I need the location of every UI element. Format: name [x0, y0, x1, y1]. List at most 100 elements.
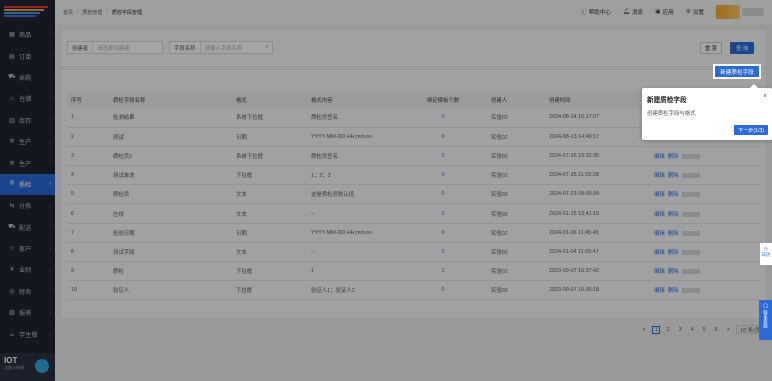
- sidebar-item[interactable]: ⚒ 生产 ›: [0, 131, 55, 152]
- delete-link[interactable]: 删除: [668, 231, 679, 237]
- delete-link[interactable]: 删除: [668, 288, 679, 294]
- production-icon: ⚒: [9, 139, 15, 146]
- sidebar-item-label: 质检: [19, 181, 32, 189]
- delete-link[interactable]: 删除: [668, 173, 679, 179]
- edit-link[interactable]: 编辑: [654, 288, 665, 294]
- cell-creator: 实验02: [491, 249, 508, 256]
- warehouse-icon: ⌂: [10, 95, 14, 102]
- support-float-button[interactable]: ◯ 联系客服: [759, 300, 772, 340]
- sidebar-item[interactable]: ⚒ 生产 ›: [0, 152, 55, 173]
- page-button[interactable]: 4: [688, 326, 696, 334]
- cell-format: 系统下拉框: [236, 153, 263, 160]
- cell-count[interactable]: 0: [409, 146, 477, 165]
- iot-panel[interactable]: IOT 设备与终端: [0, 353, 55, 381]
- close-icon[interactable]: ×: [763, 93, 767, 100]
- field-name-input[interactable]: 请输入字段名称: [201, 44, 262, 52]
- next-page-button[interactable]: >: [724, 326, 732, 334]
- table-row: 5 质检员 文本 这是质检员默认值 0 实验02 2024-07-23 09:00:34 编辑…: [67, 185, 760, 204]
- bell-icon: 🔔︎: [622, 9, 631, 15]
- edit-link[interactable]: 编辑: [654, 192, 665, 198]
- sidebar-item[interactable]: ☺ 客户 ›: [0, 238, 55, 259]
- reset-button[interactable]: 重 置: [700, 42, 722, 54]
- sidebar-item[interactable]: ☕ 学生餐 ›: [0, 323, 55, 344]
- cell-name: 测试: [113, 134, 124, 141]
- cell-name: 检验日期: [113, 230, 135, 237]
- delete-link[interactable]: 删除: [668, 154, 679, 160]
- sidebar-item-label: 财务: [19, 288, 32, 296]
- cell-count[interactable]: 0: [409, 242, 477, 261]
- sidebar-item[interactable]: ▥ 库存 ›: [0, 110, 55, 131]
- page-button[interactable]: 6: [712, 326, 720, 334]
- cell-time: 2023-09-07 16:37:42: [549, 268, 600, 275]
- sidebar-item[interactable]: ⛟ 配送 ›: [0, 217, 55, 238]
- breadcrumb-home[interactable]: 首页: [63, 9, 73, 16]
- cell-no: 9: [71, 268, 74, 275]
- calendar-float-button[interactable]: ◷ 日历: [760, 243, 772, 265]
- sidebar-item-label: 库存: [19, 117, 32, 125]
- user-menu[interactable]: [716, 5, 764, 19]
- notify-button[interactable]: 🔔︎ 消息: [623, 8, 643, 16]
- page-button[interactable]: 1: [652, 325, 661, 334]
- chevron-right-icon: ›: [49, 138, 51, 145]
- cell-name: 测试字段: [113, 249, 135, 256]
- cell-count[interactable]: 0: [409, 127, 477, 146]
- settings-button[interactable]: ⚙ 设置: [686, 8, 704, 16]
- cell-format: 日期: [236, 230, 247, 237]
- sidebar-item[interactable]: ⛟ 采购 ›: [0, 67, 55, 88]
- page-button[interactable]: 5: [700, 326, 708, 334]
- delete-link[interactable]: 删除: [668, 212, 679, 218]
- creator-select[interactable]: 请选择创建者: [93, 44, 162, 52]
- edit-link[interactable]: 编辑: [654, 173, 665, 179]
- cell-count[interactable]: 0: [409, 204, 477, 223]
- breadcrumb-qc[interactable]: 质检管理: [82, 9, 102, 16]
- sidebar-item[interactable]: ⌂ 仓储 ›: [0, 88, 55, 109]
- edit-link[interactable]: 编辑: [654, 250, 665, 256]
- guide-next-button[interactable]: 下一步(1/3): [733, 125, 768, 135]
- cell-count[interactable]: 1: [409, 262, 477, 281]
- cell-ops: 编辑删除: [650, 281, 760, 300]
- shield-icon: ⛨: [9, 180, 15, 187]
- sidebar-item-label: 配送: [19, 224, 32, 232]
- sidebar-item[interactable]: ▧ 报表 ›: [0, 302, 55, 323]
- cell-count[interactable]: 0: [409, 281, 477, 300]
- delete-link[interactable]: 删除: [668, 269, 679, 275]
- blurred-action: [681, 288, 700, 294]
- edit-link[interactable]: 编辑: [654, 231, 665, 237]
- chevron-right-icon: ›: [49, 31, 51, 38]
- table-row: 4 测试单选 下拉框 1；2；3 0 实验02 2024-07-25 21:02:28 编辑删…: [67, 166, 760, 185]
- page-button[interactable]: 2: [664, 326, 672, 334]
- cell-name: 质检: [113, 269, 124, 276]
- delete-link[interactable]: 删除: [668, 192, 679, 198]
- delete-link[interactable]: 删除: [668, 250, 679, 256]
- edit-link[interactable]: 编辑: [654, 154, 665, 160]
- search-button[interactable]: 查 询: [730, 42, 754, 54]
- edit-link[interactable]: 编辑: [654, 269, 665, 275]
- sidebar-item[interactable]: ⇆ 分拣 ›: [0, 195, 55, 216]
- cell-name: 检测结果: [113, 115, 135, 122]
- sidebar-item[interactable]: ▦ 商品 ›: [0, 24, 55, 45]
- new-field-button[interactable]: 新建质检字段: [713, 64, 761, 79]
- creator-filter[interactable]: 创建者 请选择创建者: [67, 41, 163, 54]
- sidebar-item[interactable]: ¥ 业财 ›: [0, 259, 55, 280]
- chevron-right-icon: ›: [49, 160, 51, 167]
- help-center-button[interactable]: ⓘ 帮助中心: [581, 8, 611, 16]
- edit-link[interactable]: 编辑: [654, 212, 665, 218]
- cell-time: 2024-07-26 19:33:35: [549, 152, 600, 159]
- pagination: < 123456 > 10 条/页: [640, 325, 764, 334]
- cell-count[interactable]: 0: [409, 185, 477, 204]
- sidebar-item[interactable]: ⛨ 质检 ›: [0, 173, 55, 196]
- sidebar-item[interactable]: ◎ 财务 ›: [0, 281, 55, 302]
- sidebar-item-label: 客户: [19, 246, 32, 254]
- cell-count[interactable]: 0: [409, 223, 477, 242]
- field-name-filter[interactable]: 字段名称 请输入字段名称 ⌕: [169, 41, 273, 54]
- sidebar-item-label: 仓储: [19, 96, 32, 104]
- cell-count[interactable]: 0: [409, 108, 477, 127]
- cell-no: 8: [71, 248, 74, 255]
- search-icon[interactable]: ⌕: [262, 44, 272, 51]
- sidebar-item[interactable]: ▤ 订单 ›: [0, 45, 55, 66]
- page-button[interactable]: 3: [676, 326, 684, 334]
- apps-button[interactable]: ▣ 应用: [655, 8, 674, 16]
- truck-icon: ⛟: [8, 224, 16, 231]
- cell-count[interactable]: 0: [409, 166, 477, 185]
- prev-page-button[interactable]: <: [640, 326, 648, 334]
